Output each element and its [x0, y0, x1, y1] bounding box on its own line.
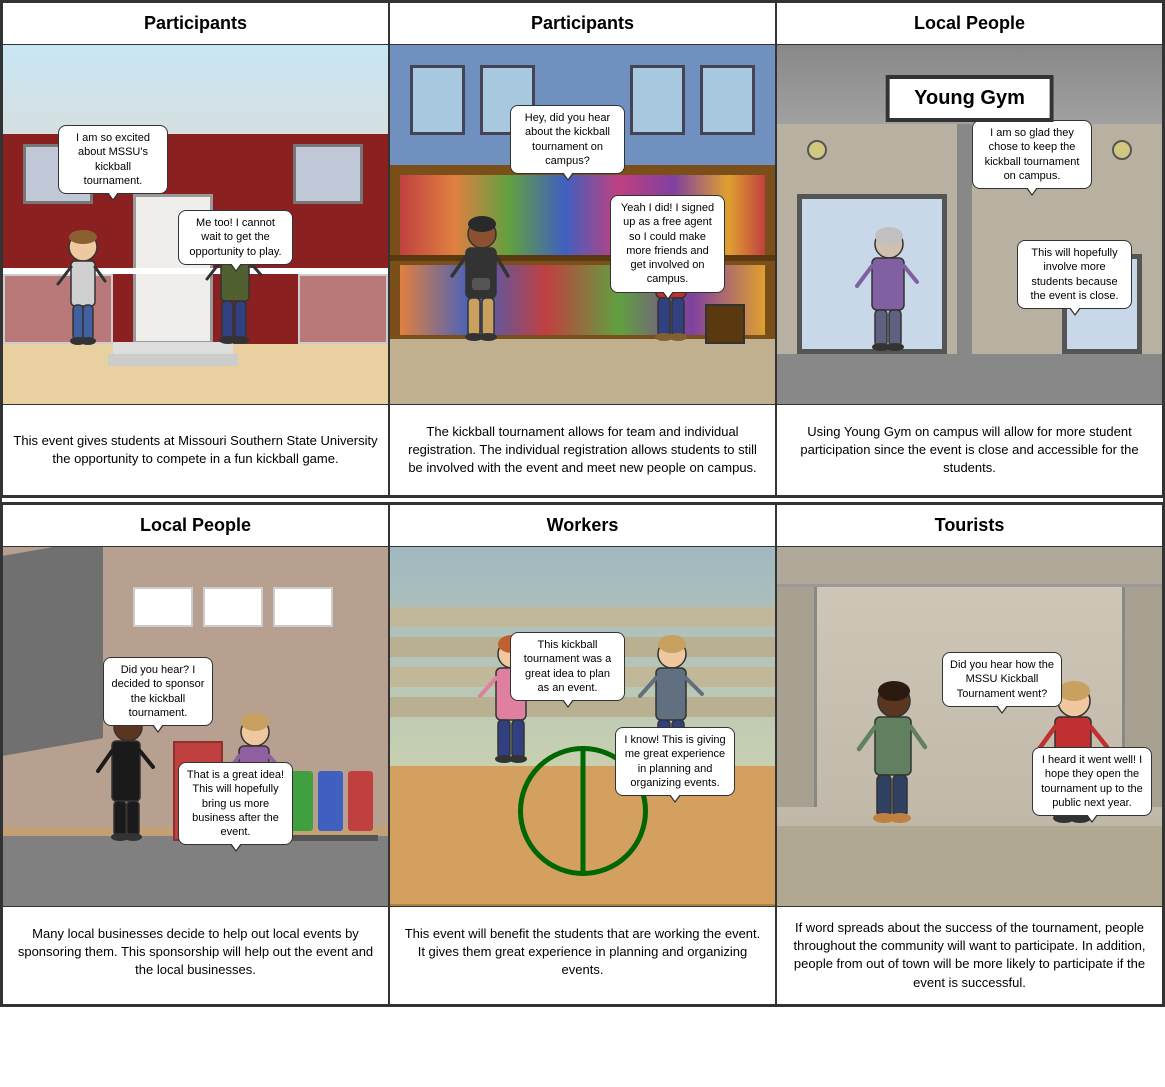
cell-2-image: Hey, did you hear about the kickball tou… [390, 45, 775, 405]
cell-1-image: I am so excited about MSSU's kickball to… [3, 45, 388, 405]
bubble-6-2: I heard it went well! I hope they open t… [1032, 747, 1152, 816]
cell-6-image: Did you hear how the MSSU Kickball Tourn… [777, 547, 1162, 907]
cell-2-caption: The kickball tournament allows for team … [390, 405, 775, 495]
cell-6-header: Tourists [777, 505, 1162, 547]
character-5 [857, 226, 922, 356]
cell-5: Workers [389, 504, 776, 1005]
bubble-4-2: That is a great idea! This will hopefull… [178, 762, 293, 845]
cell-6: Tourists [776, 504, 1163, 1005]
cell-4-image: Did you hear? I decided to sponsor the k… [3, 547, 388, 907]
cell-5-header: Workers [390, 505, 775, 547]
cell-1-header: Participants [3, 3, 388, 45]
bubble-5-2: I know! This is giving me great experien… [615, 727, 735, 796]
storyboard: Participants [0, 0, 1165, 1007]
cell-3-header: Local People [777, 3, 1162, 45]
cell-5-caption: This event will benefit the students tha… [390, 907, 775, 997]
cell-5-image: This kickball tournament was a great ide… [390, 547, 775, 907]
bubble-1-1: I am so excited about MSSU's kickball to… [58, 125, 168, 194]
bubble-4-1: Did you hear? I decided to sponsor the k… [103, 657, 213, 726]
cell-3-image: Young Gym I am so glad they [777, 45, 1162, 405]
gym-sign: Young Gym [885, 75, 1054, 122]
character-1 [53, 229, 113, 349]
cell-4: Local People [2, 504, 389, 1005]
character-10 [857, 681, 932, 831]
cell-4-header: Local People [3, 505, 388, 547]
bubble-3-2: This will hopefully involve more student… [1017, 240, 1132, 309]
cell-1-caption: This event gives students at Missouri So… [3, 405, 388, 495]
bubble-2-2: Yeah I did! I signed up as a free agent … [610, 195, 725, 293]
cell-2: Participants [389, 2, 776, 496]
character-3 [450, 216, 515, 346]
bubble-3-1: I am so glad they chose to keep the kick… [972, 120, 1092, 189]
character-6 [98, 709, 158, 844]
bubble-2-1: Hey, did you hear about the kickball tou… [510, 105, 625, 174]
cell-1: Participants [2, 2, 389, 496]
cell-3: Local People Young Gym [776, 2, 1163, 496]
row-separator [2, 496, 1163, 504]
cell-6-caption: If word spreads about the success of the… [777, 907, 1162, 1004]
bubble-1-2: Me too! I cannot wait to get the opportu… [178, 210, 293, 265]
cell-4-caption: Many local businesses decide to help out… [3, 907, 388, 997]
cell-3-caption: Using Young Gym on campus will allow for… [777, 405, 1162, 495]
bubble-6-1: Did you hear how the MSSU Kickball Tourn… [942, 652, 1062, 707]
bubble-5-1: This kickball tournament was a great ide… [510, 632, 625, 701]
cell-2-header: Participants [390, 3, 775, 45]
